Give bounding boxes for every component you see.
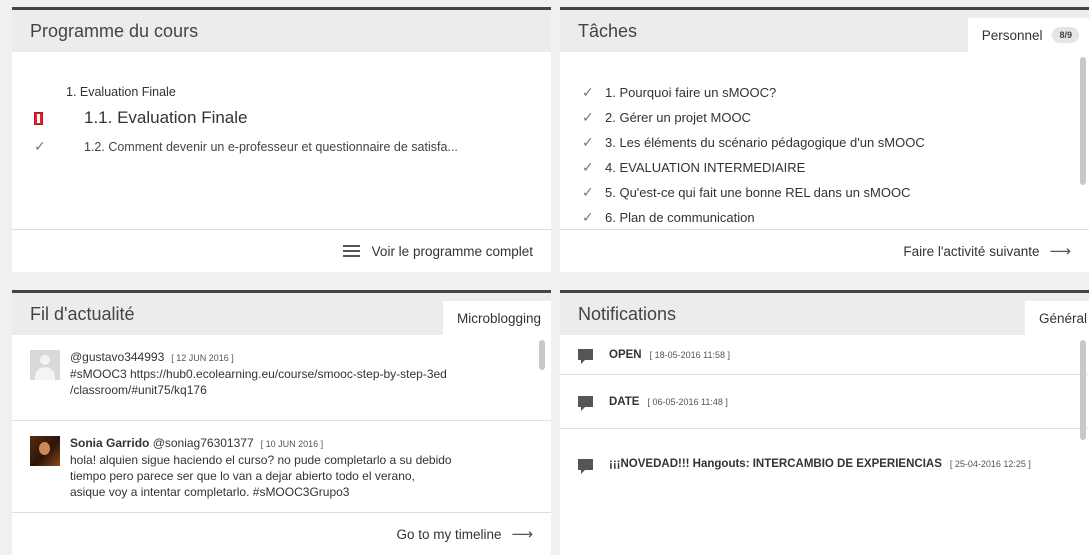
notifications-panel: Notifications Général OPEN [ 18-05-2016 … — [560, 290, 1089, 555]
tasks-scrollbar[interactable] — [1080, 57, 1086, 185]
post: @gustavo344993 [ 12 JUN 2016 ] #sMOOC3 ht… — [12, 335, 551, 421]
post-list: @gustavo344993 [ 12 JUN 2016 ] #sMOOC3 ht… — [12, 335, 551, 511]
task-item[interactable]: ✓ 3. Les éléments du scénario pédagogique… — [582, 130, 1089, 155]
post-content: @gustavo344993 [ 12 JUN 2016 ] #sMOOC3 ht… — [70, 349, 447, 420]
list-icon — [342, 245, 360, 257]
news-feed-panel: Fil d'actualité Microblogging @gustavo34… — [12, 290, 551, 555]
post-author-handle[interactable]: @soniag76301377 — [153, 436, 254, 450]
task-list: ✓ 1. Pourquoi faire un sMOOC? ✓ 2. Gérer u… — [560, 52, 1089, 230]
post-text-line: #sMOOC3 https://hub0.ecolearning.eu/cour… — [70, 367, 447, 381]
notification-title: OPEN — [609, 348, 642, 361]
task-item[interactable]: ✓ 1. Pourquoi faire un sMOOC? — [582, 80, 1089, 105]
task-label: 4. EVALUATION INTERMEDIAIRE — [605, 160, 806, 175]
notification-list: OPEN [ 18-05-2016 11:58 ] DATE [ 06-05-2… — [560, 335, 1089, 499]
check-icon: ✓ — [582, 209, 594, 225]
notifications-scrollbar[interactable] — [1080, 340, 1086, 440]
post-text-line: tiempo pero parece ser que lo van a deja… — [70, 469, 415, 483]
news-feed-header: Fil d'actualité Microblogging — [12, 293, 551, 335]
programme-footer: Voir le programme complet — [12, 229, 551, 272]
chat-bubble-icon — [578, 349, 593, 364]
programme-item[interactable]: ✓ 1.2. Comment devenir un e-professeur e… — [34, 138, 551, 155]
post-content: Sonia Garrido @soniag76301377 [ 10 JUN 20… — [70, 435, 452, 511]
tasks-count-badge: 8/9 — [1052, 27, 1079, 43]
chat-bubble-icon — [578, 396, 593, 411]
arrow-right-icon: ⟶ — [1049, 243, 1071, 260]
post-date: [ 10 JUN 2016 ] — [260, 439, 324, 449]
check-icon: ✓ — [582, 109, 594, 125]
notification-item[interactable]: DATE [ 06-05-2016 11:48 ] — [560, 375, 1089, 429]
programme-section-title[interactable]: 1. Evaluation Finale — [34, 85, 551, 99]
notification-title: ¡¡¡NOVEDAD!!! Hangouts: INTERCAMBIO DE E… — [609, 458, 942, 470]
notifications-header: Notifications Général — [560, 293, 1089, 335]
task-item[interactable]: ✓ 5. Qu'est-ce qui fait une bonne REL dan… — [582, 180, 1089, 205]
tasks-header: Tâches Personnel 8/9 — [560, 10, 1089, 52]
tasks-footer: Faire l'activité suivante ⟶ — [560, 229, 1089, 272]
check-icon: ✓ — [582, 134, 594, 150]
programme-body: 1. Evaluation Finale 1.1. Evaluation Fin… — [12, 52, 551, 155]
post-date: [ 12 JUN 2016 ] — [171, 353, 234, 363]
post-author-handle[interactable]: @gustavo344993 — [70, 350, 164, 364]
check-icon: ✓ — [582, 84, 594, 100]
programme-title: Programme du cours — [30, 20, 199, 41]
tasks-title: Tâches — [578, 20, 638, 41]
notification-title: DATE — [609, 395, 640, 408]
tab-personnel[interactable]: Personnel 8/9 — [967, 18, 1089, 52]
task-item[interactable]: ✓ 6. Plan de communication — [582, 205, 1089, 230]
notification-date: [ 06-05-2016 11:48 ] — [647, 396, 728, 407]
tab-personnel-label: Personnel — [981, 27, 1043, 43]
notification-item[interactable]: ¡¡¡NOVEDAD!!! Hangouts: INTERCAMBIO DE E… — [560, 429, 1089, 499]
view-full-programme-link[interactable]: Voir le programme complet — [372, 244, 533, 259]
programme-panel: Programme du cours 1. Evaluation Finale … — [12, 7, 551, 272]
task-label: 6. Plan de communication — [605, 210, 755, 225]
programme-item[interactable]: 1.1. Evaluation Finale — [34, 108, 551, 128]
post-author-name[interactable]: Sonia Garrido — [70, 436, 153, 450]
programme-item-label[interactable]: 1.2. Comment devenir un e-professeur et … — [66, 140, 458, 154]
task-label: 3. Les éléments du scénario pédagogique … — [605, 135, 925, 150]
tasks-panel: Tâches Personnel 8/9 ✓ 1. Pourquoi faire … — [560, 7, 1089, 272]
tab-general-label: Général — [1038, 310, 1087, 326]
tab-microblogging-label: Microblogging — [456, 310, 541, 326]
news-feed-footer: Go to my timeline ⟶ — [12, 512, 551, 555]
task-label: 5. Qu'est-ce qui fait une bonne REL dans… — [605, 185, 911, 200]
notification-date: [ 18-05-2016 11:58 ] — [649, 349, 730, 360]
task-item[interactable]: ✓ 4. EVALUATION INTERMEDIAIRE — [582, 155, 1089, 180]
post-text-line: hola! alquien sigue haciendo el curso? n… — [70, 453, 452, 467]
post-text-line: asique voy a intentar completarlo. #sMOO… — [70, 485, 350, 499]
notification-item[interactable]: OPEN [ 18-05-2016 11:58 ] — [560, 335, 1089, 375]
task-label: 2. Gérer un projet MOOC — [605, 110, 751, 125]
chat-bubble-icon — [578, 458, 593, 474]
avatar[interactable] — [30, 350, 60, 380]
post: Sonia Garrido @soniag76301377 [ 10 JUN 20… — [12, 421, 551, 511]
programme-header: Programme du cours — [12, 10, 551, 52]
tab-microblogging[interactable]: Microblogging — [442, 301, 551, 335]
check-icon: ✓ — [582, 159, 594, 175]
task-item[interactable]: ✓ 2. Gérer un projet MOOC — [582, 105, 1089, 130]
bookmark-icon — [34, 111, 43, 125]
feed-scrollbar[interactable] — [539, 340, 545, 370]
check-icon: ✓ — [34, 138, 46, 154]
news-feed-title: Fil d'actualité — [30, 303, 135, 324]
post-text-line: /classroom/#unit75/kq176 — [70, 383, 207, 397]
tab-general[interactable]: Général — [1024, 301, 1089, 335]
programme-item-label[interactable]: 1.1. Evaluation Finale — [66, 108, 248, 128]
notifications-title: Notifications — [578, 303, 677, 324]
notification-date: [ 25-04-2016 12:25 ] — [949, 459, 1031, 469]
task-label: 1. Pourquoi faire un sMOOC? — [605, 85, 777, 100]
arrow-right-icon: ⟶ — [511, 526, 533, 543]
check-icon: ✓ — [582, 184, 594, 200]
avatar[interactable] — [30, 436, 60, 466]
next-activity-link[interactable]: Faire l'activité suivante — [903, 244, 1039, 259]
go-to-timeline-link[interactable]: Go to my timeline — [396, 527, 501, 542]
